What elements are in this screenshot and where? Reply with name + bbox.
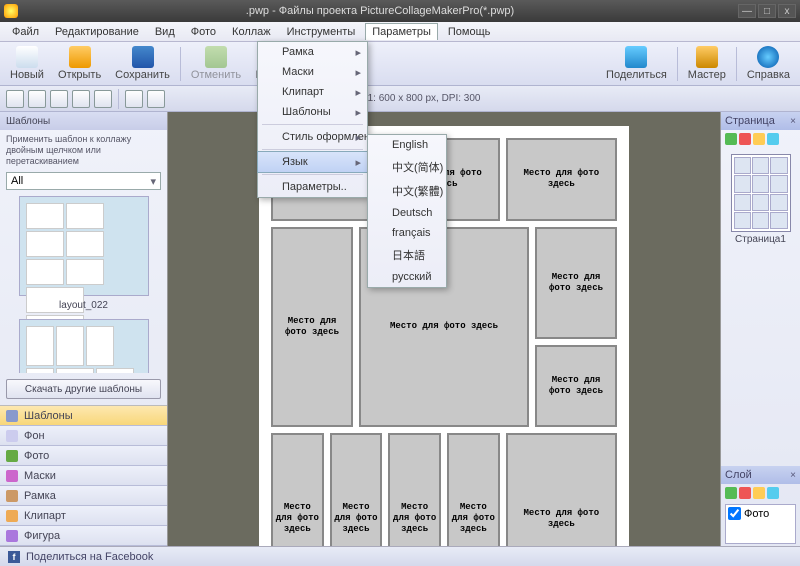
status-bar: f Поделиться на Facebook — [0, 546, 800, 566]
accordion-background[interactable]: Фон — [0, 426, 167, 446]
page-thumbnail[interactable] — [731, 154, 791, 232]
accordion-masks[interactable]: Маски — [0, 466, 167, 486]
template-thumb-2[interactable] — [19, 319, 149, 373]
pages-header: Страница× — [721, 112, 800, 130]
add-page-icon[interactable] — [725, 133, 737, 145]
close-button[interactable]: x — [778, 4, 796, 18]
menu-params[interactable]: Параметры — [365, 23, 438, 40]
layer-down-icon[interactable] — [767, 487, 779, 499]
pages-tools — [721, 130, 800, 148]
copy-page-icon[interactable] — [753, 133, 765, 145]
lang-russian[interactable]: русский — [368, 267, 446, 287]
close-layers-icon[interactable]: × — [790, 470, 796, 481]
dd-clipart[interactable]: Клипарт — [258, 82, 367, 102]
menu-file[interactable]: Файл — [6, 24, 45, 40]
sub-toolbar: Страница 1: 600 x 800 px, DPI: 300 — [0, 86, 800, 112]
lang-french[interactable]: français — [368, 223, 446, 243]
layer-del-icon[interactable] — [739, 487, 751, 499]
text-tool-icon[interactable] — [125, 90, 143, 108]
window-title: .pwp - Файлы проекта PictureCollageMaker… — [24, 5, 736, 17]
photo-slot[interactable]: Место для фото здесь — [535, 227, 617, 339]
dd-language[interactable]: Язык — [257, 151, 368, 173]
dd-parameters[interactable]: Параметры.. — [258, 177, 367, 197]
color-tool-icon[interactable] — [147, 90, 165, 108]
photo-slot[interactable]: Место для фото здесь — [330, 433, 383, 546]
facebook-share-link[interactable]: Поделиться на Facebook — [26, 551, 153, 563]
language-submenu: English 中文(简体) 中文(繁體) Deutsch français 日… — [367, 134, 447, 288]
master-button[interactable]: Мастер — [682, 44, 732, 83]
lang-japanese[interactable]: 日本語 — [368, 243, 446, 267]
photo-slot[interactable]: Место для фото здесь — [535, 345, 617, 428]
left-panel: Шаблоны Применить шаблон к коллажу двойн… — [0, 112, 168, 546]
close-panel-icon[interactable]: × — [790, 116, 796, 127]
layers-header: Слой× — [721, 466, 800, 484]
page-thumb-label: Страница1 — [721, 234, 800, 245]
dd-templates[interactable]: Шаблоны — [258, 102, 367, 122]
dd-masks[interactable]: Маски — [258, 62, 367, 82]
menu-bar: Файл Редактирование Вид Фото Коллаж Инст… — [0, 22, 800, 42]
params-dropdown: Рамка Маски Клипарт Шаблоны Стиль оформл… — [257, 41, 368, 198]
template-label-1: layout_022 — [59, 300, 108, 311]
photo-slot[interactable]: Место для фото здесь — [271, 433, 324, 546]
right-panel: Страница× Страница1 Слой× Фото — [720, 112, 800, 546]
photo-slot[interactable]: Место для фото здесь — [271, 227, 353, 428]
share-button[interactable]: Поделиться — [600, 44, 673, 83]
align-tool-icon[interactable] — [6, 90, 24, 108]
titlebar: .pwp - Файлы проекта PictureCollageMaker… — [0, 0, 800, 22]
help-button[interactable]: Справка — [741, 44, 796, 83]
undo-button[interactable]: Отменить — [185, 44, 247, 83]
template-list: layout_022 layout_023 — [0, 192, 167, 373]
accordion-photo[interactable]: Фото — [0, 446, 167, 466]
photo-slot[interactable]: Место для фото здесь — [506, 433, 617, 546]
dd-frame[interactable]: Рамка — [258, 42, 367, 62]
layer-visible-checkbox[interactable] — [728, 507, 741, 520]
arrange-tool-icon[interactable] — [28, 90, 46, 108]
maximize-button[interactable]: □ — [758, 4, 776, 18]
template-thumb-1[interactable] — [19, 196, 149, 296]
save-button[interactable]: Сохранить — [109, 44, 176, 83]
main-toolbar: Новый Открыть Сохранить Отменить Повтори… — [0, 42, 800, 86]
accordion-clipart[interactable]: Клипарт — [0, 506, 167, 526]
new-button[interactable]: Новый — [4, 44, 50, 83]
menu-view[interactable]: Вид — [149, 24, 181, 40]
accordion-templates[interactable]: Шаблоны — [0, 406, 167, 426]
accordion-shape[interactable]: Фигура — [0, 526, 167, 546]
menu-edit[interactable]: Редактирование — [49, 24, 145, 40]
lang-chinese-traditional[interactable]: 中文(繁體) — [368, 179, 446, 203]
dd-style[interactable]: Стиль оформления — [258, 127, 367, 147]
menu-help[interactable]: Помощь — [442, 24, 497, 40]
templates-header: Шаблоны — [0, 112, 167, 130]
layers-panel: Слой× Фото — [721, 466, 800, 546]
photo-slot[interactable]: Место для фото здесь — [447, 433, 500, 546]
move-page-icon[interactable] — [767, 133, 779, 145]
facebook-icon[interactable]: f — [8, 551, 20, 563]
lang-german[interactable]: Deutsch — [368, 203, 446, 223]
delete-page-icon[interactable] — [739, 133, 751, 145]
accordion-frame[interactable]: Рамка — [0, 486, 167, 506]
menu-collage[interactable]: Коллаж — [226, 24, 277, 40]
layer-list[interactable]: Фото — [725, 504, 796, 544]
photo-slot[interactable]: Место для фото здесь — [506, 138, 617, 221]
menu-photo[interactable]: Фото — [185, 24, 222, 40]
menu-tools[interactable]: Инструменты — [281, 24, 362, 40]
app-icon — [4, 4, 18, 18]
templates-desc: Применить шаблон к коллажу двойным щелчк… — [0, 130, 167, 170]
lang-english[interactable]: English — [368, 135, 446, 155]
flip-tool-icon[interactable] — [94, 90, 112, 108]
layer-add-icon[interactable] — [725, 487, 737, 499]
photo-slot[interactable]: Место для фото здесь — [388, 433, 441, 546]
rotate-tool-icon[interactable] — [72, 90, 90, 108]
download-templates-button[interactable]: Скачать другие шаблоны — [6, 379, 161, 399]
open-button[interactable]: Открыть — [52, 44, 107, 83]
crop-tool-icon[interactable] — [50, 90, 68, 108]
lang-chinese-simplified[interactable]: 中文(简体) — [368, 155, 446, 179]
accordion: Шаблоны Фон Фото Маски Рамка Клипарт Фиг… — [0, 405, 167, 546]
layer-up-icon[interactable] — [753, 487, 765, 499]
minimize-button[interactable]: — — [738, 4, 756, 18]
template-category-select[interactable]: All — [6, 172, 161, 190]
